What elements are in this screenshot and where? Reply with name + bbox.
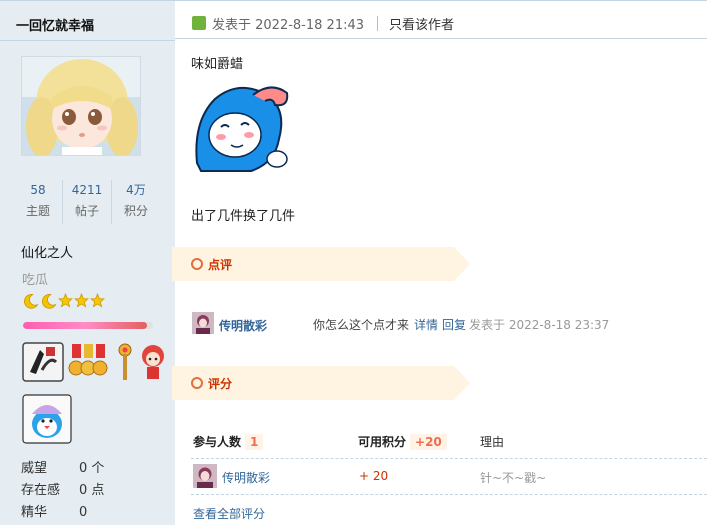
star-icon — [90, 293, 105, 308]
stat-points[interactable]: 4万 积分 — [111, 180, 160, 224]
prop-digest: 精华 0 — [21, 501, 87, 520]
author-stats: 58 主题 4211 帖子 4万 积分 — [14, 180, 160, 224]
post-time: 发表于 2022-8-18 21:43 — [212, 18, 365, 33]
comments-section-label: 点评 — [208, 258, 233, 272]
divider — [0, 40, 175, 41]
online-status-icon — [192, 16, 206, 30]
post-text-line: 味如爵蜡 — [191, 57, 244, 72]
prop-label: 精华 — [21, 505, 48, 520]
moon-icon — [24, 294, 39, 309]
stat-value[interactable]: 4211 — [63, 180, 111, 200]
stat-value[interactable]: 4万 — [112, 180, 160, 200]
user-group-title: 仙化之人 — [21, 246, 74, 261]
medal-list — [22, 342, 166, 382]
rating-user-name[interactable]: 传明散彩 — [222, 469, 270, 486]
level-stars — [22, 293, 105, 311]
divider — [191, 458, 707, 459]
comment-user-name[interactable]: 传明散彩 — [219, 317, 267, 334]
comment-detail-link[interactable]: 详情 — [414, 316, 438, 333]
divider — [377, 16, 378, 31]
stat-label: 积分 — [123, 204, 148, 218]
penguin-medal-icon[interactable] — [22, 394, 72, 444]
stat-threads[interactable]: 58 主题 — [14, 180, 62, 224]
rating-points-total: +20 — [410, 434, 447, 450]
author-sidebar: 一回忆就幸福 58 主题 4211 帖子 4万 积分 仙化之人 吃瓜 威望 0 … — [0, 0, 175, 525]
chibi-medal-icon[interactable] — [140, 342, 166, 382]
comment-reply-link[interactable]: 回复 — [442, 316, 466, 333]
divider — [191, 494, 707, 495]
prop-label: 存在感 — [21, 483, 61, 498]
rating-circle-icon — [191, 377, 203, 389]
calligraphy-medal-icon[interactable] — [22, 342, 64, 382]
comment-time: 发表于 2022-8-18 23:37 — [469, 318, 610, 332]
rating-section-label: 评分 — [208, 377, 233, 391]
star-icon — [74, 293, 89, 308]
sticker-image — [191, 81, 291, 176]
comment-user-avatar[interactable] — [192, 312, 214, 334]
rating-people-header: 参与人数 1 — [193, 433, 264, 450]
rating-section-header: 评分 — [172, 366, 470, 400]
stat-label: 帖子 — [74, 204, 99, 218]
level-progress-fill — [23, 322, 147, 329]
author-avatar[interactable] — [21, 56, 141, 156]
moon-icon — [42, 294, 57, 309]
view-all-ratings-link[interactable]: 查看全部评分 — [193, 505, 265, 522]
honor-medals-icon[interactable] — [68, 342, 110, 382]
prop-value: 0 个 — [79, 461, 105, 476]
star-icon — [58, 293, 73, 308]
rating-user-avatar[interactable] — [193, 464, 217, 488]
post-text-line: 出了几件换了几件 — [191, 209, 296, 224]
prop-value: 0 — [79, 505, 88, 520]
prop-label: 威望 — [21, 461, 48, 476]
rating-people-label: 参与人数 — [193, 435, 242, 449]
rating-points-header: 可用积分 +20 — [358, 433, 447, 450]
rating-points-label: 可用积分 — [358, 435, 407, 449]
comment-circle-icon — [191, 258, 203, 270]
rating-reason: 针~不~戳~ — [480, 471, 547, 485]
stat-posts[interactable]: 4211 帖子 — [62, 180, 111, 224]
comments-section-header: 点评 — [172, 247, 470, 281]
level-progress-bar — [23, 322, 153, 329]
post-header: 发表于 2022-8-18 21:43 只看该作者 — [175, 1, 707, 39]
only-author-link[interactable]: 只看该作者 — [389, 14, 454, 33]
rating-score: + 20 — [359, 469, 389, 483]
author-name[interactable]: 一回忆就幸福 — [16, 15, 94, 34]
scepter-medal-icon[interactable] — [114, 342, 136, 382]
rating-people-count: 1 — [245, 434, 264, 450]
stat-value[interactable]: 58 — [14, 180, 62, 200]
rating-reason-header: 理由 — [480, 435, 505, 449]
medal-list-2 — [22, 394, 72, 447]
prop-reputation: 威望 0 个 — [21, 457, 104, 476]
comment-text: 你怎么这个点才来 — [313, 318, 410, 332]
custom-title: 吃瓜 — [22, 273, 49, 288]
prop-value: 0 点 — [79, 483, 105, 498]
stat-label: 主题 — [25, 204, 50, 218]
prop-presence: 存在感 0 点 — [21, 479, 104, 498]
